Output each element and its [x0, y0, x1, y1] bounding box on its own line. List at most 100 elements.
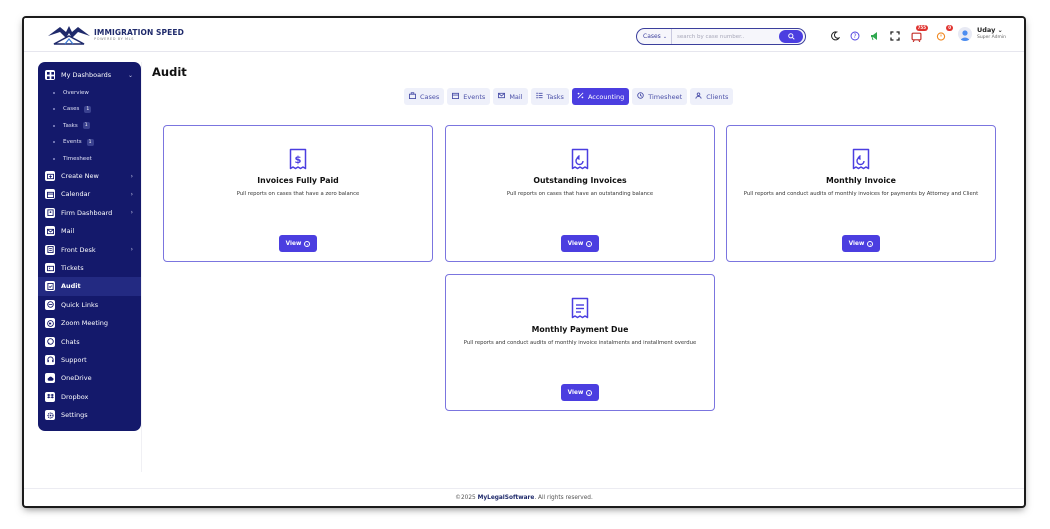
sidebar-item-label: Support: [61, 355, 87, 364]
chevron-right-icon: ›: [130, 209, 133, 217]
count-badge: 1: [82, 122, 90, 130]
notifications-button[interactable]: 755: [909, 25, 928, 43]
reminders-button[interactable]: 0: [934, 25, 953, 43]
view-button[interactable]: View ›: [561, 235, 599, 252]
chevron-down-icon: ⌄: [997, 27, 1003, 35]
sidebar-item-onedrive[interactable]: OneDrive: [38, 369, 141, 387]
link-icon: [45, 299, 55, 310]
avatar: [958, 27, 972, 41]
sidebar-item-label: Mail: [61, 227, 75, 236]
tab-events[interactable]: Events: [447, 88, 491, 105]
user-avatar-icon: [960, 30, 970, 41]
sidebar-subitem-label: Events: [63, 139, 82, 146]
dashboard-icon: [45, 70, 55, 81]
reminder-count-badge: 0: [946, 25, 953, 31]
tab-clients[interactable]: Clients: [690, 88, 734, 105]
view-button[interactable]: View ›: [842, 235, 880, 252]
audit-tabs: Cases Events Mail Tasks Accounting Times…: [404, 88, 734, 105]
bullet-icon: [53, 141, 55, 144]
theme-toggle-button[interactable]: [828, 29, 842, 43]
receipt-return-icon: [571, 148, 589, 170]
sidebar-item-create-new[interactable]: Create New ›: [38, 167, 141, 185]
card-monthly-invoice: Monthly Invoice Pull reports and conduct…: [726, 125, 996, 262]
footer-brand-link[interactable]: MyLegalSoftware: [478, 495, 535, 501]
announcements-button[interactable]: [868, 29, 882, 43]
card-monthly-payment-due: Monthly Payment Due Pull reports and con…: [445, 274, 715, 411]
sidebar-subitem-events[interactable]: Events 1: [38, 134, 141, 151]
arrow-circle-icon: ›: [586, 389, 593, 396]
logo-title: IMMIGRATION SPEED: [94, 28, 184, 37]
video-icon: [45, 318, 55, 329]
card-description: Pull reports on cases that have a zero b…: [236, 191, 360, 197]
sidebar-item-label: Quick Links: [61, 300, 99, 309]
user-menu[interactable]: Uday ⌄ Super Admin: [958, 27, 1006, 41]
bullet-icon: [53, 108, 55, 111]
card-outstanding-invoices: Outstanding Invoices Pull reports on cas…: [445, 125, 715, 262]
fullscreen-button[interactable]: [888, 29, 902, 43]
tab-timesheet[interactable]: Timesheet: [632, 88, 688, 105]
card-title: Invoices Fully Paid: [257, 176, 339, 185]
sidebar-item-calendar[interactable]: Calendar ›: [38, 185, 141, 203]
search-scope-label: Cases: [643, 33, 661, 40]
sidebar-item-label: Firm Dashboard: [61, 208, 113, 217]
sidebar-item-tickets[interactable]: Tickets: [38, 259, 141, 277]
sidebar-subitem-overview[interactable]: Overview: [38, 84, 141, 101]
megaphone-icon: [871, 32, 877, 41]
sidebar-item-label: Tickets: [61, 264, 84, 273]
help-button[interactable]: ?: [848, 29, 862, 43]
count-badge: 1: [86, 138, 94, 146]
arrow-circle-icon: ›: [586, 240, 593, 247]
sidebar-item-front-desk[interactable]: Front Desk ›: [38, 240, 141, 258]
footer: ©2025 MyLegalSoftware. All rights reserv…: [24, 488, 1024, 506]
sidebar-item-label: Create New: [61, 172, 99, 181]
card-title: Outstanding Invoices: [533, 176, 627, 185]
tab-cases[interactable]: Cases: [404, 88, 445, 105]
sidebar-subitem-label: Tasks: [63, 122, 78, 129]
view-button[interactable]: View ›: [561, 384, 599, 401]
sidebar-item-zoom-meeting[interactable]: Zoom Meeting: [38, 314, 141, 332]
sidebar-item-firm-dashboard[interactable]: Firm Dashboard ›: [38, 204, 141, 222]
user-name: Uday ⌄: [977, 27, 1006, 34]
tab-tasks[interactable]: Tasks: [530, 88, 569, 105]
search-input[interactable]: [672, 33, 779, 40]
eagle-logo-icon: [48, 26, 90, 45]
footer-rights: . All rights reserved.: [534, 495, 593, 501]
view-button-label: View: [567, 240, 584, 247]
search-button[interactable]: [779, 30, 803, 43]
search-bar: Cases ⌄: [636, 28, 806, 45]
sidebar-item-settings[interactable]: Settings: [38, 406, 141, 424]
sidebar-item-mail[interactable]: Mail: [38, 222, 141, 240]
headset-icon: [45, 354, 55, 365]
help-icon: ?: [850, 31, 860, 41]
tab-mail[interactable]: Mail: [493, 88, 528, 105]
dropbox-icon: [45, 391, 55, 402]
search-scope-select[interactable]: Cases ⌄: [637, 29, 673, 44]
sidebar-item-label: Front Desk: [61, 245, 96, 254]
tab-accounting[interactable]: Accounting: [571, 88, 630, 105]
chevron-right-icon: ›: [130, 190, 133, 198]
card-title: Monthly Payment Due: [531, 325, 629, 334]
receipt-dollar-icon: $: [289, 148, 307, 170]
sidebar-item-quick-links[interactable]: Quick Links: [38, 296, 141, 314]
sidebar-item-my-dashboards[interactable]: My Dashboards ⌄: [38, 66, 141, 84]
moon-icon: [831, 31, 840, 41]
sidebar-item-audit[interactable]: Audit: [38, 277, 141, 296]
sidebar: My Dashboards ⌄ Overview Cases 1 Tasks 1 E…: [38, 62, 141, 431]
sidebar-subitem-tasks[interactable]: Tasks 1: [38, 117, 141, 134]
sidebar-item-chats[interactable]: Chats: [38, 332, 141, 350]
tasks-icon: [535, 92, 543, 101]
tab-label: Mail: [509, 92, 523, 101]
view-button[interactable]: View ›: [279, 235, 317, 252]
sidebar-item-dropbox[interactable]: Dropbox: [38, 388, 141, 406]
card-description: Pull reports and conduct audits of month…: [463, 340, 697, 346]
logo[interactable]: IMMIGRATION SPEED POWERED BY MLS: [46, 24, 184, 46]
sidebar-item-label: Settings: [61, 411, 88, 420]
sidebar-subitem-cases[interactable]: Cases 1: [38, 101, 141, 118]
chevron-right-icon: ›: [130, 172, 133, 180]
notification-count-badge: 755: [915, 25, 928, 31]
top-header: IMMIGRATION SPEED POWERED BY MLS Cases ⌄: [24, 18, 1024, 52]
tab-label: Events: [463, 92, 486, 101]
sidebar-item-support[interactable]: Support: [38, 351, 141, 369]
sidebar-subitem-timesheet[interactable]: Timesheet: [38, 150, 141, 167]
ticket-icon: [45, 263, 55, 274]
